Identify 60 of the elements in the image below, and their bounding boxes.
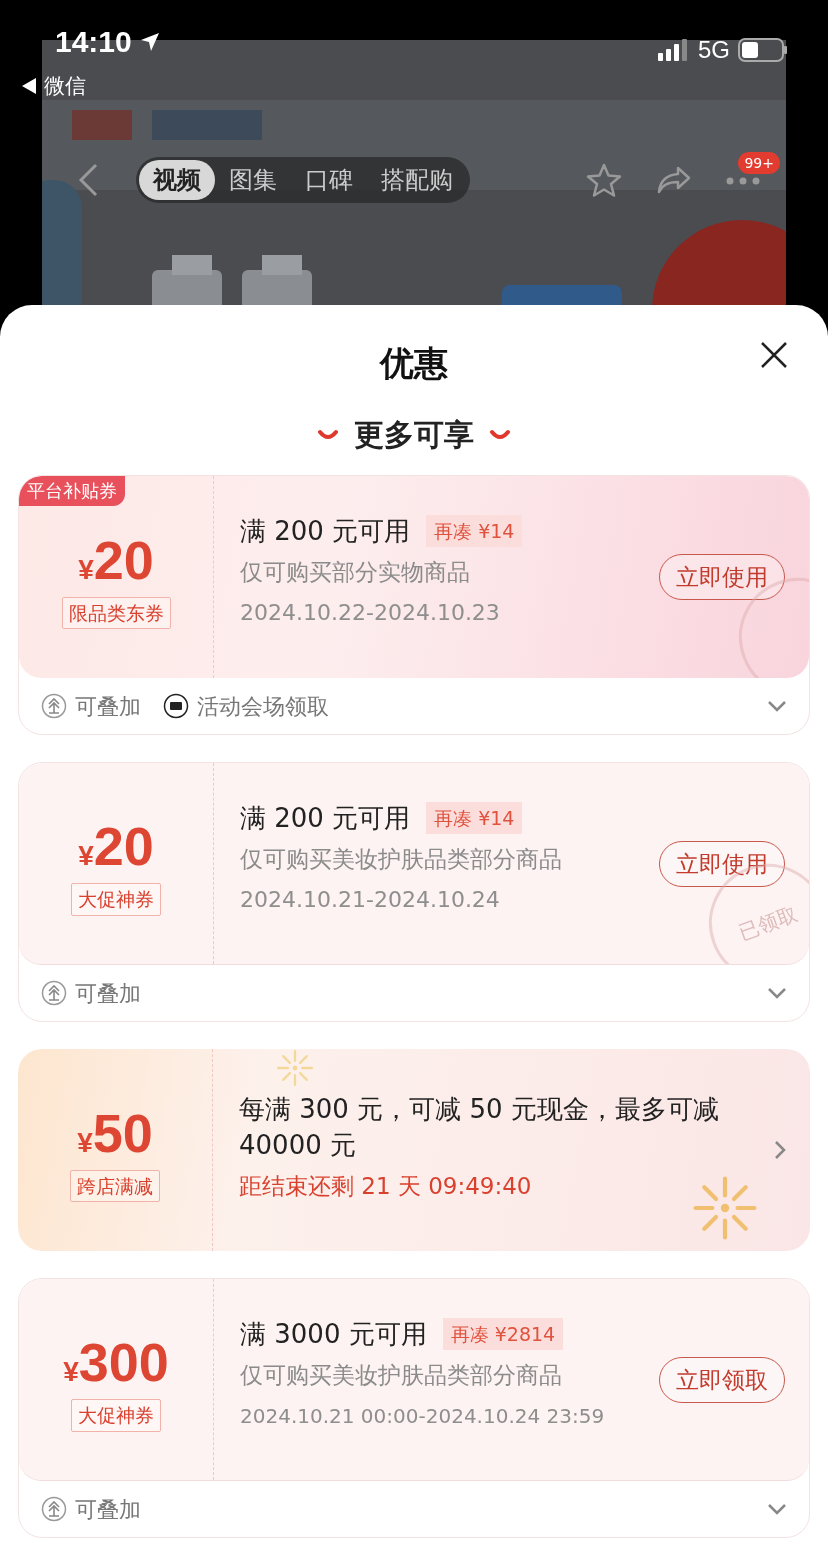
coupon-feature-label: 活动会场领取 — [197, 692, 329, 721]
location-arrow-icon — [139, 32, 160, 52]
usage-scope: 仅可购买美妆护肤品类部分商品 — [240, 845, 563, 874]
coupon-feature-label: 可叠加 — [75, 1495, 141, 1524]
amount-needed-tag: 再凑 ¥14 — [426, 802, 523, 834]
section-title: 更多可享 — [354, 416, 474, 454]
coupon-type-label: 跨店满减 — [70, 1169, 160, 1203]
coupon-type-label: 大促神券 — [71, 1399, 161, 1432]
coupon-amount: ¥50 — [77, 1105, 153, 1160]
chevron-down-icon[interactable] — [767, 987, 787, 999]
validity-period: 2024.10.21-2024.10.24 — [240, 886, 501, 914]
coupon-action-button[interactable]: 立即领取 — [659, 1356, 785, 1403]
notification-badge: 99+ — [738, 152, 780, 174]
usage-scope: 仅可购买美妆护肤品类部分商品 — [240, 1361, 563, 1390]
status-time: 14:10 — [55, 24, 132, 60]
share-button[interactable] — [656, 165, 692, 195]
coupon-action-button[interactable]: 立即使用 — [659, 554, 785, 600]
coupon-amount: ¥20 — [78, 532, 154, 587]
ticket-icon — [163, 693, 189, 719]
coupon-feature-label: 可叠加 — [75, 979, 141, 1008]
back-to-app-link[interactable]: 微信 — [22, 71, 86, 101]
usage-scope: 仅可购买部分实物商品 — [240, 558, 471, 587]
validity-period: 2024.10.21 00:00-2024.10.24 23:59 — [240, 1403, 606, 1430]
usage-condition: 满 3000 元可用 — [240, 1318, 427, 1351]
coupon-amount: ¥20 — [78, 819, 154, 874]
coupon-action-button[interactable]: 立即使用 — [659, 840, 785, 887]
curve-icon — [318, 429, 338, 441]
usage-condition: 满 200 元可用 — [240, 515, 411, 548]
close-button[interactable] — [760, 341, 788, 369]
coupon-amount: ¥300 — [63, 1335, 169, 1390]
battery-icon — [738, 38, 788, 62]
more-button[interactable] — [726, 176, 760, 185]
chevron-right-icon[interactable] — [774, 1140, 786, 1160]
chevron-down-icon[interactable] — [767, 700, 787, 712]
network-label: 5G — [698, 36, 730, 64]
sheet-title: 优惠 — [380, 342, 448, 385]
amount-needed-tag: 再凑 ¥14 — [426, 515, 523, 547]
platform-subsidy-tag: 平台补贴券 — [19, 476, 125, 506]
promo-description: 每满 300 元，可减 50 元现金，最多可减 40000 元 — [239, 1093, 720, 1162]
media-tab[interactable]: 口碑 — [291, 160, 367, 200]
favorite-star-button[interactable] — [586, 163, 622, 197]
media-tab[interactable]: 搭配购 — [367, 160, 467, 200]
back-triangle-icon — [22, 78, 36, 94]
stack-icon — [41, 1496, 67, 1522]
coupon-type-label: 大促神券 — [71, 883, 161, 916]
stack-icon — [41, 693, 67, 719]
chevron-down-icon[interactable] — [767, 1503, 787, 1515]
stack-icon — [41, 980, 67, 1006]
coupon-type-label: 限品类东券 — [61, 596, 171, 630]
amount-needed-tag: 再凑 ¥2814 — [442, 1318, 564, 1350]
back-button[interactable] — [76, 162, 100, 198]
curve-icon — [490, 429, 510, 441]
firework-drawing — [275, 1049, 315, 1088]
coupon-feature-label: 可叠加 — [75, 692, 141, 721]
validity-period: 2024.10.22-2024.10.23 — [240, 599, 501, 627]
signal-icon — [658, 39, 690, 61]
countdown-text: 距结束还剩 21 天 09:49:40 — [239, 1172, 533, 1201]
usage-condition: 满 200 元可用 — [240, 802, 411, 835]
media-tab[interactable]: 视频 — [139, 160, 215, 200]
media-tab[interactable]: 图集 — [215, 160, 291, 200]
